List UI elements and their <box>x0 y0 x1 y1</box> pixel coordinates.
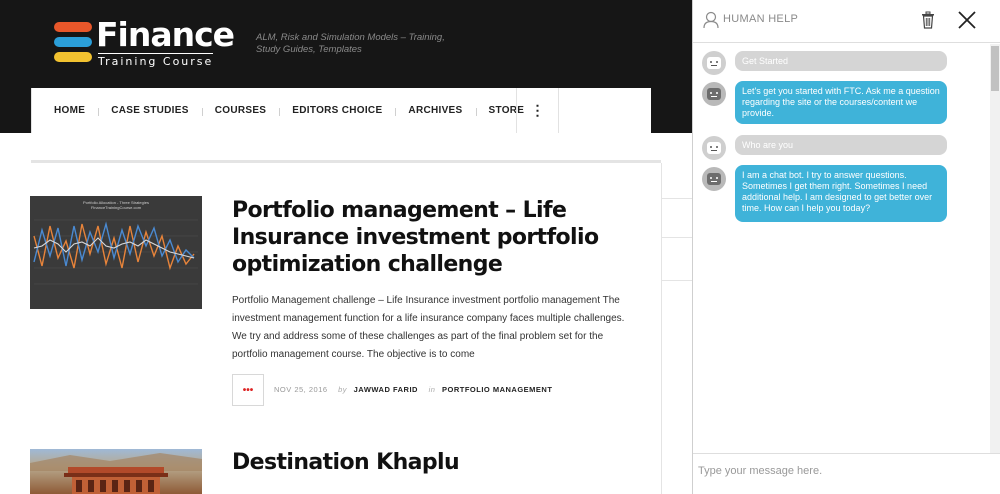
logo-subtitle: Training Course <box>98 53 214 68</box>
chat-title: HUMAN HELP <box>723 13 799 25</box>
scrollbar-thumb[interactable] <box>991 46 999 91</box>
by-label: by <box>338 385 348 394</box>
nav-item-editors-choice[interactable]: EDITORS CHOICE <box>279 105 395 116</box>
trash-icon[interactable] <box>921 11 935 29</box>
close-icon[interactable] <box>957 10 977 30</box>
chat-message-user: Get Started <box>735 51 947 71</box>
post-title[interactable]: Portfolio management – Life Insurance in… <box>232 197 652 278</box>
logo-stripes-icon <box>54 22 92 64</box>
chat-message-input[interactable] <box>698 460 988 482</box>
nav-item-archives[interactable]: ARCHIVES <box>395 105 475 116</box>
in-label: in <box>428 385 436 394</box>
bot-avatar-icon <box>702 82 726 106</box>
vertical-ellipsis-icon[interactable]: ⋮ <box>516 88 559 133</box>
site-tagline: ALM, Risk and Simulation Models – Traini… <box>256 32 445 55</box>
chat-header: HUMAN HELP <box>693 0 1000 43</box>
post-thumbnail[interactable] <box>30 449 202 494</box>
khaplu-palace-thumbnail <box>30 453 202 494</box>
user-avatar-icon <box>702 51 726 75</box>
site-logo[interactable]: Finance Training Course <box>54 16 246 68</box>
thumbnail-site: FinanceTrainingCourse.com <box>90 205 142 210</box>
user-icon <box>703 11 719 29</box>
logo-title: Finance <box>96 15 235 54</box>
nav-item-home[interactable]: HOME <box>32 105 98 116</box>
main-nav: HOME CASE STUDIES COURSES EDITORS CHOICE… <box>31 88 651 133</box>
sidebar-widget <box>662 198 692 238</box>
chat-input-area <box>693 453 1000 494</box>
chat-message-bot: Let's get you started with FTC. Ask me a… <box>735 81 947 124</box>
post-excerpt: Portfolio Management challenge – Life In… <box>232 295 625 360</box>
chat-panel: HUMAN HELP Get Started Let's get you sta… <box>692 0 1000 494</box>
post-thumbnail[interactable]: Portfolio Allocation - Three Strategies … <box>30 196 202 309</box>
chat-scrollbar[interactable] <box>990 44 1000 454</box>
content-divider <box>31 160 661 163</box>
read-more-button[interactable]: ••• <box>232 374 264 406</box>
post-title[interactable]: Destination Khaplu <box>232 449 632 476</box>
nav-item-case-studies[interactable]: CASE STUDIES <box>98 105 202 116</box>
sidebar-widget <box>662 280 692 480</box>
post-category-link[interactable]: PORTFOLIO MANAGEMENT <box>442 385 552 394</box>
nav-item-courses[interactable]: COURSES <box>201 105 280 116</box>
chat-message-user: Who are you <box>735 135 947 155</box>
post-meta: NOV 25, 2016 by JAWWAD FARID in PORTFOLI… <box>274 385 552 394</box>
user-avatar-icon <box>702 136 726 160</box>
post-date: NOV 25, 2016 <box>274 385 328 394</box>
portfolio-chart-thumbnail <box>33 219 198 285</box>
bot-avatar-icon <box>702 167 726 191</box>
chat-message-bot: I am a chat bot. I try to answer questio… <box>735 165 947 222</box>
post-author-link[interactable]: JAWWAD FARID <box>354 385 418 394</box>
